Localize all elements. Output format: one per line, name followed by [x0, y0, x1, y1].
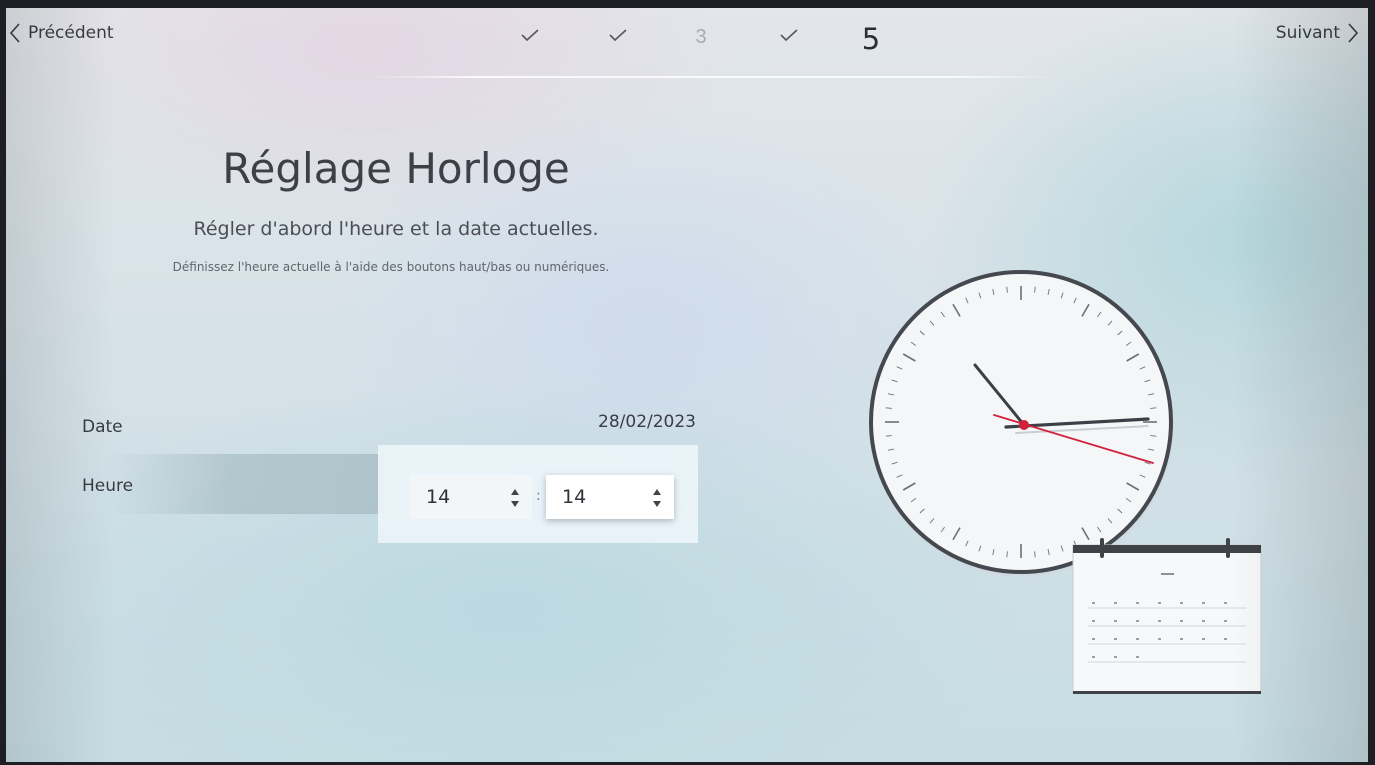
step-indicator: 3 5 [506, 16, 886, 58]
date-value[interactable]: 28/02/2023 [598, 412, 696, 432]
hours-value: 14 [426, 486, 451, 508]
calendar-day-mark [1136, 656, 1139, 658]
next-button[interactable]: Suivant [1276, 22, 1360, 44]
previous-label: Précédent [28, 23, 114, 43]
up-down-arrows-icon[interactable] [510, 487, 520, 509]
calendar-day-mark [1180, 638, 1183, 640]
calendar-icon [1072, 538, 1262, 694]
calendar-day-mark [1114, 638, 1117, 640]
clock-tick [885, 435, 892, 437]
page-subtitle: Régler d'abord l'heure et la date actuel… [193, 218, 599, 240]
time-label: Heure [82, 476, 134, 496]
calendar-day-mark [1224, 620, 1227, 622]
clock-tick [1034, 551, 1036, 558]
clock-tick [1006, 286, 1008, 293]
calendar-day-mark [1202, 638, 1205, 640]
calendar-day-mark [1136, 620, 1139, 622]
calendar-day-mark [1158, 620, 1161, 622]
calendar-day-mark [1136, 602, 1139, 604]
calendar-day-mark [1158, 602, 1161, 604]
minutes-value: 14 [562, 486, 587, 508]
up-down-arrows-icon[interactable] [652, 487, 662, 509]
checkmark-icon [780, 29, 798, 42]
calendar-day-mark [1114, 602, 1117, 604]
next-label: Suivant [1275, 23, 1340, 43]
calendar-day-mark [1092, 620, 1095, 622]
calendar-day-mark [1092, 656, 1095, 658]
clock-tick [1150, 407, 1157, 409]
instruction-text: Définissez l'heure actuelle à l'aide des… [172, 260, 610, 274]
minutes-spinner[interactable]: 14 [546, 475, 674, 519]
step-3-pending: 3 [695, 26, 707, 48]
time-row-highlight [106, 454, 384, 514]
clock-tick [1034, 286, 1036, 293]
step-5-current: 5 [861, 22, 881, 56]
checkmark-icon [609, 29, 627, 42]
calendar-day-mark [1114, 656, 1117, 658]
checkmark-icon [521, 29, 539, 42]
time-separator: : [536, 488, 541, 504]
calendar-day-mark [1092, 602, 1095, 604]
setup-screen: Précédent 3 5 Suivant Réglage Horloge Ré… [6, 8, 1368, 762]
hours-spinner[interactable]: 14 [410, 475, 532, 519]
clock-tick [885, 407, 892, 409]
step-2-done [598, 20, 638, 48]
date-label: Date [82, 417, 123, 437]
step-1-done [510, 20, 550, 48]
calendar-day-mark [1224, 638, 1227, 640]
page-title: Réglage Horloge [222, 144, 570, 193]
calendar-day-mark [1136, 638, 1139, 640]
clock-calendar-illustration [869, 270, 1262, 694]
calendar-day-mark [1114, 620, 1117, 622]
clock-icon [869, 270, 1174, 577]
calendar-day-mark [1224, 602, 1227, 604]
calendar-day-mark [1202, 602, 1205, 604]
calendar-day-mark [1180, 602, 1183, 604]
chevron-left-icon [9, 23, 20, 43]
step-divider [366, 76, 1056, 78]
clock-tick [1150, 435, 1157, 437]
calendar-day-mark [1092, 638, 1095, 640]
time-picker: 14 : 14 [378, 445, 698, 543]
calendar-day-mark [1202, 620, 1205, 622]
calendar-day-mark [1158, 638, 1161, 640]
previous-button[interactable]: Précédent [8, 22, 114, 44]
step-4-done [769, 20, 809, 48]
chevron-right-icon [1348, 23, 1359, 43]
clock-tick [1006, 551, 1008, 558]
calendar-day-mark [1180, 620, 1183, 622]
